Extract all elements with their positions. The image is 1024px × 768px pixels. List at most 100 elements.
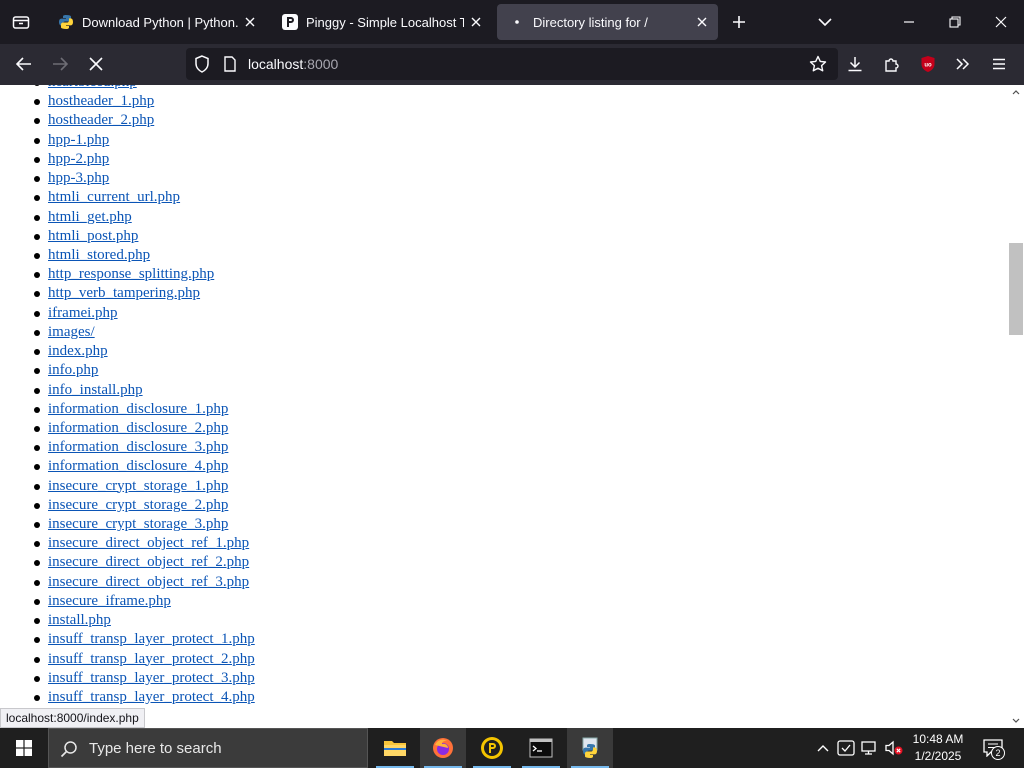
file-list-item: info.php <box>0 361 255 380</box>
file-list-item: htmli_stored.php <box>0 246 255 265</box>
file-list-item: insecure_crypt_storage_2.php <box>0 496 255 515</box>
file-list-item: iframei.php <box>0 304 255 323</box>
file-link[interactable]: information_disclosure_3.php <box>48 439 228 455</box>
file-link[interactable]: hpp-2.php <box>48 151 109 167</box>
close-window-button[interactable] <box>978 0 1024 44</box>
vertical-scrollbar[interactable] <box>1008 85 1024 728</box>
address-bar[interactable]: localhost:8000 <box>186 48 838 80</box>
forward-button[interactable] <box>44 48 76 80</box>
file-link[interactable]: insuff_transp_layer_protect_4.php <box>48 689 255 705</box>
folder-icon <box>384 741 406 756</box>
file-link[interactable]: information_disclosure_1.php <box>48 401 228 417</box>
file-list-item: install.php <box>0 611 255 630</box>
close-icon <box>89 57 103 71</box>
more-tools-button[interactable] <box>947 48 979 80</box>
url-text[interactable]: localhost:8000 <box>248 56 338 72</box>
tab-close-button[interactable] <box>238 10 262 34</box>
file-list-item: insecure_iframe.php <box>0 592 255 611</box>
file-link[interactable]: iframei.php <box>48 305 118 321</box>
show-hidden-icons-chevron-up-icon[interactable] <box>813 738 833 758</box>
file-link[interactable]: index.php <box>48 343 108 359</box>
stop-loading-button[interactable] <box>80 48 112 80</box>
puzzle-icon <box>885 58 899 72</box>
file-link[interactable]: htmli_post.php <box>48 228 138 244</box>
file-link[interactable]: information_disclosure_2.php <box>48 420 228 436</box>
tab-directory-listing[interactable]: Directory listing for / <box>497 4 718 40</box>
ublock-origin-button[interactable]: uo <box>912 48 944 80</box>
scrollbar-thumb[interactable] <box>1009 243 1023 335</box>
update-status-icon[interactable] <box>836 738 856 758</box>
file-link[interactable]: insuff_transp_layer_protect_2.php <box>48 651 255 667</box>
restore-button[interactable] <box>932 0 978 44</box>
python-taskbar-button[interactable] <box>567 728 613 768</box>
pinggy-app-icon <box>481 737 503 759</box>
windows-logo-icon <box>16 740 32 756</box>
file-link[interactable]: hpp-3.php <box>48 170 109 186</box>
file-link[interactable]: hostheader_1.php <box>48 93 154 109</box>
pinggy-icon <box>282 14 298 30</box>
windows-taskbar: Type here to search 10:48 AM 1/2/2025 2 <box>0 728 1024 768</box>
file-link[interactable]: htmli_current_url.php <box>48 189 180 205</box>
minimize-button[interactable] <box>886 0 932 44</box>
plus-icon <box>733 16 745 28</box>
tab-python-download[interactable]: Download Python | Python.org <box>46 4 266 40</box>
file-link[interactable]: http_verb_tampering.php <box>48 285 200 301</box>
file-link[interactable]: information_disclosure_4.php <box>48 458 228 474</box>
file-link[interactable]: insecure_crypt_storage_3.php <box>48 516 228 532</box>
back-arrow-icon <box>16 57 31 71</box>
network-icon[interactable] <box>860 738 880 758</box>
firefox-taskbar-button[interactable] <box>420 728 466 768</box>
download-icon <box>848 57 862 72</box>
navigation-toolbar: localhost:8000 uo <box>0 44 1024 85</box>
file-link[interactable]: heartbleed.php <box>48 85 137 90</box>
extensions-button[interactable] <box>876 48 908 80</box>
pinggy-taskbar-button[interactable] <box>469 728 515 768</box>
volume-muted-icon[interactable] <box>884 738 904 758</box>
file-link[interactable]: insecure_iframe.php <box>48 593 171 609</box>
file-link[interactable]: insuff_transp_layer_protect_1.php <box>48 631 255 647</box>
start-button[interactable] <box>0 728 48 768</box>
tab-pinggy[interactable]: Pinggy - Simple Localhost Tunnels <box>270 4 492 40</box>
app-menu-button[interactable] <box>983 48 1015 80</box>
file-link[interactable]: info_install.php <box>48 382 143 398</box>
file-link[interactable]: http_response_splitting.php <box>48 266 214 282</box>
scroll-up-icon[interactable] <box>1011 87 1021 97</box>
file-link[interactable]: insuff_transp_layer_protect_3.php <box>48 670 255 686</box>
file-link[interactable]: insecure_direct_object_ref_1.php <box>48 535 249 551</box>
file-link[interactable]: htmli_get.php <box>48 209 132 225</box>
list-all-tabs-button[interactable] <box>810 8 840 36</box>
file-link[interactable]: insecure_direct_object_ref_2.php <box>48 554 249 570</box>
file-list-item: hpp-3.php <box>0 169 255 188</box>
bookmark-star-icon[interactable] <box>808 54 828 74</box>
file-explorer-taskbar-button[interactable] <box>372 728 418 768</box>
scroll-down-icon[interactable] <box>1011 716 1021 726</box>
firefox-view-button[interactable] <box>0 0 42 44</box>
file-link[interactable]: insecure_crypt_storage_1.php <box>48 478 228 494</box>
file-list-item: index.php <box>0 342 255 361</box>
back-button[interactable] <box>8 48 40 80</box>
page-content: heartbleed.php hostheader_1.php hostheader… <box>0 85 1008 728</box>
notification-center-button[interactable]: 2 <box>978 736 1008 760</box>
file-link[interactable]: install.php <box>48 612 111 628</box>
file-link[interactable]: htmli_stored.php <box>48 247 150 263</box>
shield-icon[interactable] <box>192 54 212 74</box>
tab-close-button[interactable] <box>464 10 488 34</box>
taskbar-clock[interactable]: 10:48 AM 1/2/2025 <box>906 731 970 765</box>
file-link[interactable]: info.php <box>48 362 98 378</box>
new-tab-button[interactable] <box>724 8 754 36</box>
tab-close-button[interactable] <box>690 10 714 34</box>
file-link[interactable]: insecure_direct_object_ref_3.php <box>48 574 249 590</box>
terminal-taskbar-button[interactable] <box>518 728 564 768</box>
file-link[interactable]: images/ <box>48 324 95 340</box>
file-link[interactable]: insecure_crypt_storage_2.php <box>48 497 228 513</box>
page-icon[interactable] <box>220 54 240 74</box>
chevron-double-right-icon <box>956 58 970 70</box>
file-list-item: insecure_direct_object_ref_1.php <box>0 534 255 553</box>
file-link[interactable]: hpp-1.php <box>48 132 109 148</box>
file-list-item: insuff_transp_layer_protect_3.php <box>0 669 255 688</box>
taskbar-search-box[interactable]: Type here to search <box>48 728 368 768</box>
downloads-button[interactable] <box>839 48 871 80</box>
file-link[interactable]: hostheader_2.php <box>48 112 154 128</box>
file-list-item: images/ <box>0 323 255 342</box>
close-icon <box>995 16 1007 28</box>
